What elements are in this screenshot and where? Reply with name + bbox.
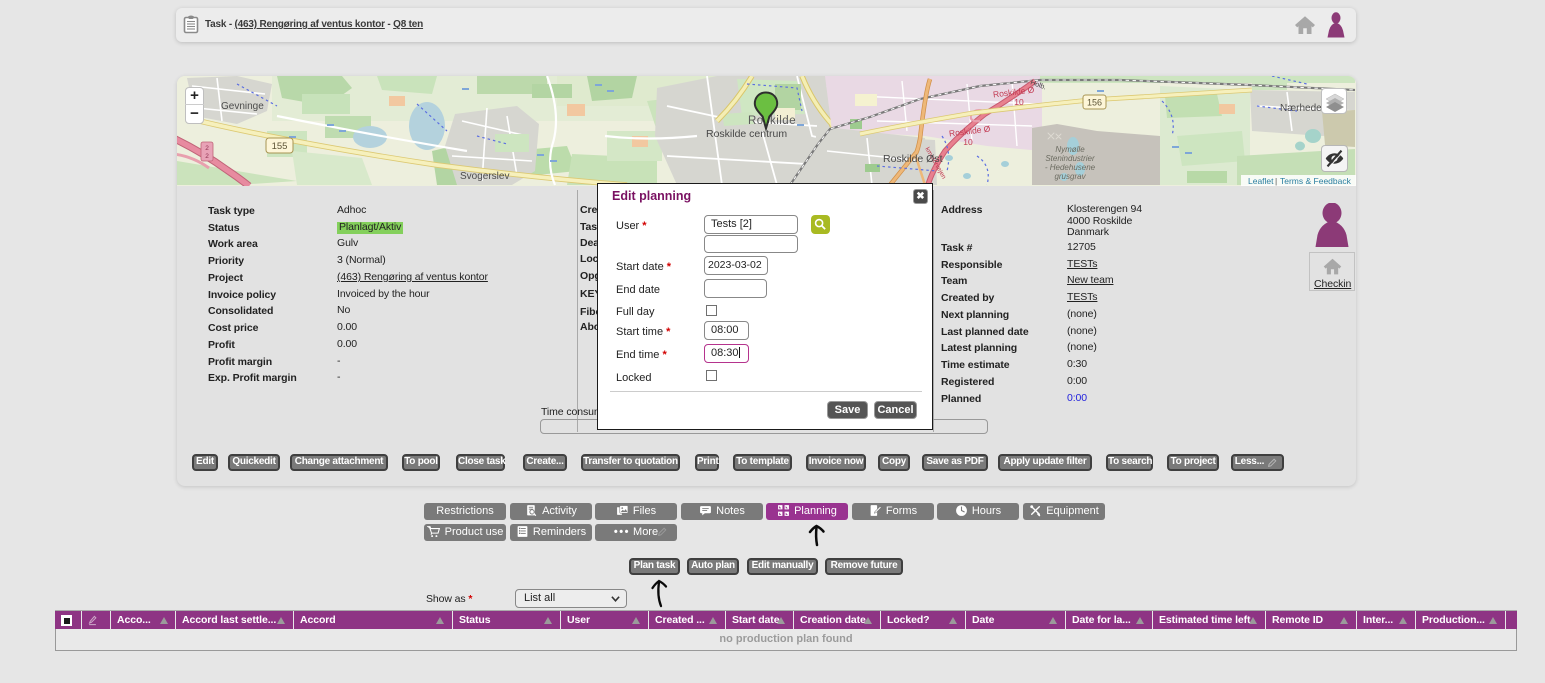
svg-text:Gevninge: Gevninge [221, 101, 264, 112]
svg-text:Nymølle: Nymølle [1055, 145, 1085, 154]
svg-text:Roskilde: Roskilde [748, 115, 796, 127]
svg-text:155: 155 [272, 141, 288, 152]
svg-text:2: 2 [205, 153, 209, 160]
svg-text:10: 10 [1014, 97, 1024, 107]
svg-text:Leaflet: Leaflet [1248, 176, 1274, 186]
svg-text:Roskilde centrum: Roskilde centrum [706, 128, 787, 140]
svg-text:|: | [1275, 176, 1277, 186]
svg-text:grusgrav: grusgrav [1054, 172, 1086, 181]
svg-text:Stenindustrier: Stenindustrier [1045, 154, 1095, 163]
svg-text:Svogerslev: Svogerslev [460, 171, 509, 182]
svg-text:- Hedehusene: - Hedehusene [1045, 163, 1096, 172]
svg-text:Roskilde Øst: Roskilde Øst [883, 153, 943, 165]
svg-text:156: 156 [1087, 98, 1102, 108]
svg-text:Terms & Feedback: Terms & Feedback [1280, 176, 1352, 186]
svg-text:2: 2 [205, 145, 209, 152]
svg-text:10: 10 [963, 137, 973, 147]
